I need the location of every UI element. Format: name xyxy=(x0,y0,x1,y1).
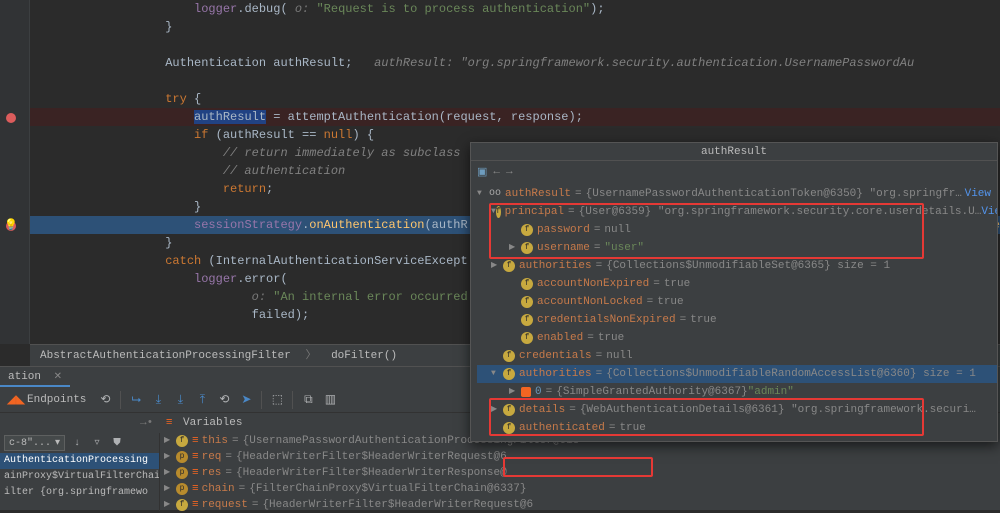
popup-tree[interactable]: ▼ooauthResult={UsernamePasswordAuthentic… xyxy=(471,183,997,441)
editor-gutter: 💡 xyxy=(0,0,30,344)
tree-node[interactable]: ▶fdetails={WebAuthenticationDetails@6361… xyxy=(477,401,997,419)
tree-node[interactable]: fenabled=true xyxy=(477,329,997,347)
tree-node[interactable]: ▶0={SimpleGrantedAuthority@6367} "admin" xyxy=(477,383,997,401)
tree-node[interactable]: fcredentialsNonExpired=true xyxy=(477,311,997,329)
prev-frame-icon[interactable]: ↓ xyxy=(69,435,85,451)
popup-newtab-icon[interactable]: ▣ xyxy=(477,165,487,179)
tree-node[interactable]: ▼ooauthResult={UsernamePasswordAuthentic… xyxy=(477,185,997,203)
tree-node[interactable]: faccountNonExpired=true xyxy=(477,275,997,293)
endpoints-label: Endpoints xyxy=(27,394,86,406)
frame-item[interactable]: ilter {org.springframewo xyxy=(0,485,159,501)
tree-node[interactable]: ▶fauthorities={Collections$UnmodifiableS… xyxy=(477,257,997,275)
code-line[interactable]: try { xyxy=(30,90,1000,108)
breakpoint-icon[interactable] xyxy=(6,113,16,123)
breadcrumb-item[interactable]: doFilter() xyxy=(331,350,397,362)
variables-panel: ▶f≡this={UsernamePasswordAuthenticationP… xyxy=(160,433,1000,511)
evaluate-popup: authResult ▣ ← → ▼ooauthResult={Username… xyxy=(470,142,998,442)
view-link[interactable]: View xyxy=(965,185,991,203)
evaluate-icon[interactable]: ⬚ xyxy=(266,389,288,411)
intention-bulb-icon[interactable]: 💡 xyxy=(4,218,18,232)
endpoints-icon[interactable]: ◢◣ xyxy=(5,389,27,411)
step-out-icon[interactable]: ⤒ xyxy=(191,389,213,411)
frames-panel: c-8"...▾ ↓ ▿ ⛊ AuthenticationProcessinga… xyxy=(0,433,160,511)
thread-selector[interactable]: c-8"...▾ xyxy=(4,435,65,451)
code-line[interactable]: } xyxy=(30,18,1000,36)
popup-title: authResult xyxy=(471,143,997,161)
trace-icon[interactable]: ⧉ xyxy=(297,389,319,411)
popup-toolbar: ▣ ← → xyxy=(471,161,997,183)
drop-frame-icon[interactable]: ⟲ xyxy=(213,389,235,411)
variable-row[interactable]: ▶p≡req={HeaderWriterFilter$HeaderWriterR… xyxy=(160,449,1000,465)
tree-node[interactable]: faccountNonLocked=true xyxy=(477,293,997,311)
variable-row[interactable]: ▶p≡res={HeaderWriterFilter$HeaderWriterR… xyxy=(160,465,1000,481)
tree-node[interactable]: ▼fauthorities={Collections$UnmodifiableR… xyxy=(477,365,997,383)
popup-forward-icon[interactable]: → xyxy=(506,166,513,178)
frame-item[interactable]: ainProxy$VirtualFilterChai xyxy=(0,469,159,485)
settings-icon[interactable]: ▥ xyxy=(319,389,341,411)
breadcrumb-item[interactable]: AbstractAuthenticationProcessingFilter xyxy=(40,350,291,362)
tree-node[interactable]: ▶fusername="user" xyxy=(477,239,997,257)
code-line[interactable]: Authentication authResult; authResult: "… xyxy=(30,54,1000,72)
code-line[interactable]: authResult = attemptAuthentication(reque… xyxy=(30,108,1000,126)
run-to-cursor-icon[interactable]: ➤ xyxy=(235,389,257,411)
overhead-icon[interactable]: ⟲ xyxy=(94,389,116,411)
popup-back-icon[interactable]: ← xyxy=(493,166,500,178)
tree-node[interactable]: fcredentials=null xyxy=(477,347,997,365)
tree-node[interactable]: ▼fprincipal={User@6359} "org.springframe… xyxy=(477,203,997,221)
frame-item[interactable]: AuthenticationProcessing xyxy=(0,453,159,469)
variable-row[interactable]: ▶p≡chain={FilterChainProxy$VirtualFilter… xyxy=(160,481,1000,497)
code-line[interactable]: logger.debug( o: "Request is to process … xyxy=(30,0,1000,18)
close-icon[interactable]: ✕ xyxy=(54,372,62,383)
force-step-into-icon[interactable]: ⤓ xyxy=(169,389,191,411)
view-link[interactable]: View xyxy=(981,203,997,221)
step-into-icon[interactable]: ⤓ xyxy=(147,389,169,411)
tree-node[interactable]: fauthenticated=true xyxy=(477,419,997,437)
frames-settings-icon[interactable]: ⛊ xyxy=(109,435,125,451)
filter-icon[interactable]: ▿ xyxy=(89,435,105,451)
debug-tab[interactable]: ation ✕ xyxy=(0,367,70,387)
variable-row[interactable]: ▶f≡request={HeaderWriterFilter$HeaderWri… xyxy=(160,497,1000,513)
code-line[interactable] xyxy=(30,36,1000,54)
step-over-icon[interactable]: ⮡ xyxy=(125,389,147,411)
tree-node[interactable]: fpassword=null xyxy=(477,221,997,239)
code-line[interactable] xyxy=(30,72,1000,90)
